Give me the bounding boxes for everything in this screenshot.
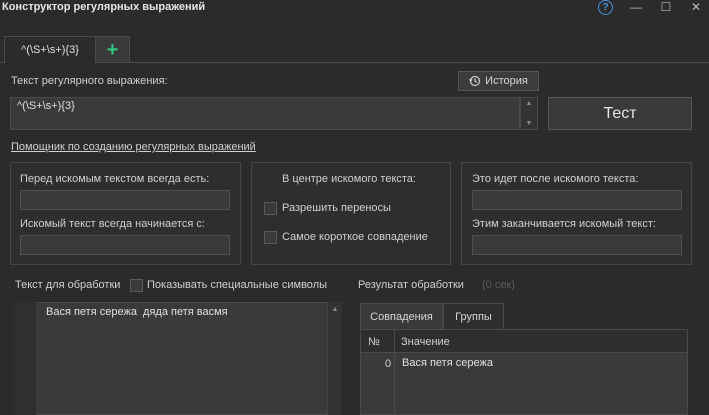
regex-helper-link[interactable]: Помощник по созданию регулярных выражени… [11, 141, 256, 153]
starts-with-input[interactable] [20, 235, 230, 255]
window-title: Конструктор регулярных выражений [2, 1, 206, 13]
input-text-area[interactable] [14, 302, 342, 415]
after-input[interactable] [472, 190, 682, 210]
allow-wrap-checkbox[interactable] [264, 202, 277, 215]
tab-matches[interactable]: Совпадения [360, 303, 443, 329]
always-before-input[interactable] [20, 190, 230, 210]
starts-with-label: Искомый текст всегда начинается с: [20, 218, 205, 230]
input-text-content[interactable]: Вася петя сережа дяда петя васмя [46, 306, 228, 318]
column-divider [394, 330, 395, 415]
result-time: (0 сек) [482, 279, 515, 291]
scroll-down-icon[interactable]: ▼ [526, 120, 533, 127]
input-text-scrollbar[interactable]: ▲ [327, 302, 342, 415]
regex-label: Текст регулярного выражения: [11, 75, 168, 87]
regex-input[interactable]: ^(\S+\s+){3} [10, 97, 520, 130]
ends-with-input[interactable] [472, 235, 682, 255]
center-panel-title: В центре искомого текста: [282, 173, 416, 185]
ends-with-label: Этим заканчивается искомый текст: [472, 218, 656, 230]
history-button[interactable]: История [458, 71, 539, 91]
help-icon[interactable]: ? [598, 0, 613, 15]
add-tab-button[interactable]: + [96, 36, 130, 63]
test-button[interactable]: Тест [548, 97, 692, 130]
minimize-icon[interactable]: — [629, 0, 643, 14]
after-label: Это идет после искомого текста: [472, 173, 639, 185]
tab-groups[interactable]: Группы [443, 303, 504, 329]
allow-wrap-label: Разрешить переносы [282, 202, 391, 214]
scroll-up-icon[interactable]: ▲ [526, 100, 533, 107]
result-row-value[interactable]: Вася петя сережа [402, 357, 493, 369]
input-text-label: Текст для обработки [15, 279, 121, 291]
shortest-match-checkbox[interactable] [264, 231, 277, 244]
column-header-number[interactable]: № [368, 336, 380, 348]
shortest-match-label: Самое короткое совпадение [282, 231, 428, 243]
regex-scrollbar[interactable]: ▲ ▼ [520, 97, 538, 130]
always-before-label: Перед искомым текстом всегда есть: [20, 173, 210, 185]
history-icon [469, 75, 481, 87]
history-button-label: История [485, 75, 528, 87]
tab-regex-1[interactable]: ^(\S+\s+){3} [4, 36, 96, 63]
show-special-label: Показывать специальные символы [147, 279, 328, 291]
maximize-icon[interactable]: ☐ [659, 0, 673, 14]
close-icon[interactable]: ✕ [689, 0, 703, 14]
input-text-gutter [14, 302, 36, 415]
show-special-checkbox[interactable] [130, 279, 143, 292]
result-label: Результат обработки [358, 279, 464, 291]
column-header-value[interactable]: Значение [401, 336, 450, 348]
result-row-number[interactable]: 0 [385, 358, 391, 370]
scroll-up-icon[interactable]: ▲ [332, 306, 339, 415]
